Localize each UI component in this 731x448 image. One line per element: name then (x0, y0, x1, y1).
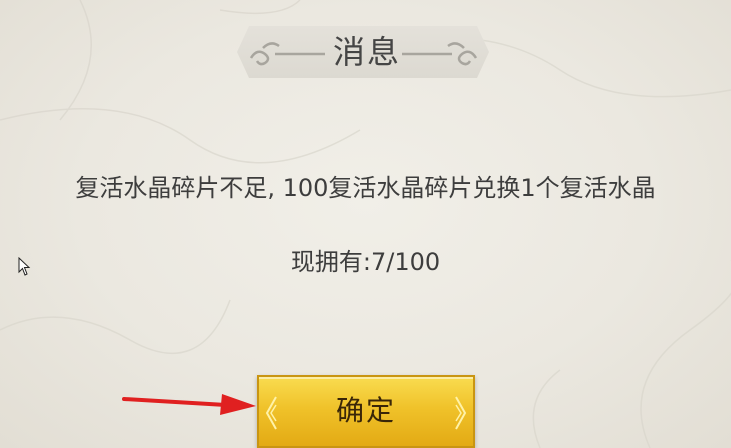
confirm-button[interactable]: 确定 (257, 375, 475, 448)
stock-count: 现拥有:7/100 (290, 248, 441, 276)
message-dialog: 消息 复活水晶碎片不足, 100复活水晶碎片兑换1个复活水晶 现拥有:7/100… (0, 0, 731, 448)
confirm-button-label: 确定 (335, 394, 396, 427)
dialog-message: 复活水晶碎片不足, 100复活水晶碎片兑换1个复活水晶 (75, 174, 656, 202)
red-arrow-icon (122, 394, 256, 415)
dialog-title: 消息 (332, 33, 401, 71)
button-deco-right-icon (455, 396, 467, 430)
mouse-cursor-icon (18, 257, 31, 276)
cloud-scroll-left-icon (249, 42, 325, 66)
